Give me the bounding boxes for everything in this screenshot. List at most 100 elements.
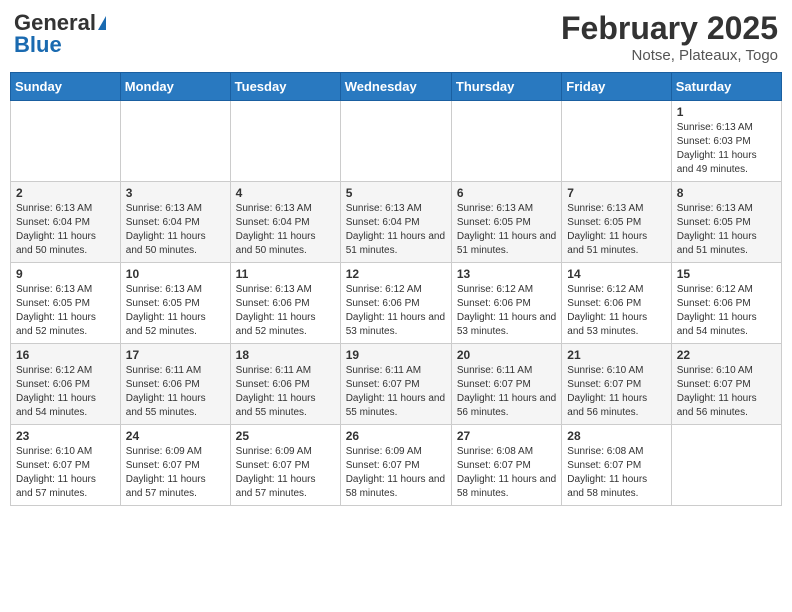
col-saturday: Saturday: [671, 73, 781, 101]
day-number: 4: [236, 186, 335, 200]
day-number: 27: [457, 429, 556, 443]
day-number: 22: [677, 348, 776, 362]
day-info: Sunrise: 6:11 AM Sunset: 6:06 PM Dayligh…: [126, 364, 225, 420]
day-info: Sunrise: 6:12 AM Sunset: 6:06 PM Dayligh…: [457, 283, 556, 339]
table-row: 25 Sunrise: 6:09 AM Sunset: 6:07 PM Dayli…: [230, 425, 340, 506]
table-row: 12 Sunrise: 6:12 AM Sunset: 6:06 PM Dayli…: [340, 263, 451, 344]
col-friday: Friday: [562, 73, 671, 101]
calendar-table: Sunday Monday Tuesday Wednesday Thursday…: [10, 72, 782, 506]
table-row: 13 Sunrise: 6:12 AM Sunset: 6:06 PM Dayli…: [451, 263, 561, 344]
day-info: Sunrise: 6:13 AM Sunset: 6:04 PM Dayligh…: [16, 202, 115, 258]
calendar-week-row: 16 Sunrise: 6:12 AM Sunset: 6:06 PM Dayli…: [11, 344, 782, 425]
day-info: Sunrise: 6:10 AM Sunset: 6:07 PM Dayligh…: [567, 364, 665, 420]
table-row: 7 Sunrise: 6:13 AM Sunset: 6:05 PM Daylig…: [562, 182, 671, 263]
table-row: 8Sunrise: 6:13 AM Sunset: 6:05 PM Daylig…: [671, 182, 781, 263]
table-row: 14 Sunrise: 6:12 AM Sunset: 6:06 PM Dayli…: [562, 263, 671, 344]
day-number: 12: [346, 267, 446, 281]
day-info: Sunrise: 6:11 AM Sunset: 6:07 PM Dayligh…: [346, 364, 446, 420]
table-row: 28 Sunrise: 6:08 AM Sunset: 6:07 PM Dayli…: [562, 425, 671, 506]
day-info: Sunrise: 6:13 AM Sunset: 6:03 PM Dayligh…: [677, 121, 776, 177]
table-row: 6Sunrise: 6:13 AM Sunset: 6:05 PM Daylig…: [451, 182, 561, 263]
day-info: Sunrise: 6:08 AM Sunset: 6:07 PM Dayligh…: [567, 445, 665, 501]
logo-blue: Blue: [14, 32, 62, 58]
day-info: Sunrise: 6:12 AM Sunset: 6:06 PM Dayligh…: [346, 283, 446, 339]
day-number: 14: [567, 267, 665, 281]
day-info: Sunrise: 6:12 AM Sunset: 6:06 PM Dayligh…: [677, 283, 776, 339]
table-row: [120, 101, 230, 182]
col-tuesday: Tuesday: [230, 73, 340, 101]
table-row: 3 Sunrise: 6:13 AM Sunset: 6:04 PM Daylig…: [120, 182, 230, 263]
day-number: 6: [457, 186, 556, 200]
table-row: 21 Sunrise: 6:10 AM Sunset: 6:07 PM Dayli…: [562, 344, 671, 425]
col-wednesday: Wednesday: [340, 73, 451, 101]
day-number: 20: [457, 348, 556, 362]
day-info: Sunrise: 6:12 AM Sunset: 6:06 PM Dayligh…: [567, 283, 665, 339]
table-row: 24 Sunrise: 6:09 AM Sunset: 6:07 PM Dayli…: [120, 425, 230, 506]
table-row: 27 Sunrise: 6:08 AM Sunset: 6:07 PM Dayli…: [451, 425, 561, 506]
calendar-week-row: 2Sunrise: 6:13 AM Sunset: 6:04 PM Daylig…: [11, 182, 782, 263]
day-info: Sunrise: 6:09 AM Sunset: 6:07 PM Dayligh…: [126, 445, 225, 501]
day-info: Sunrise: 6:10 AM Sunset: 6:07 PM Dayligh…: [16, 445, 115, 501]
day-info: Sunrise: 6:08 AM Sunset: 6:07 PM Dayligh…: [457, 445, 556, 501]
day-info: Sunrise: 6:13 AM Sunset: 6:04 PM Dayligh…: [236, 202, 335, 258]
day-info: Sunrise: 6:09 AM Sunset: 6:07 PM Dayligh…: [346, 445, 446, 501]
page-header: General Blue February 2025 Notse, Platea…: [10, 10, 782, 64]
day-info: Sunrise: 6:13 AM Sunset: 6:05 PM Dayligh…: [567, 202, 665, 258]
table-row: [11, 101, 121, 182]
table-row: 2Sunrise: 6:13 AM Sunset: 6:04 PM Daylig…: [11, 182, 121, 263]
day-info: Sunrise: 6:13 AM Sunset: 6:04 PM Dayligh…: [346, 202, 446, 258]
calendar-week-row: 9 Sunrise: 6:13 AM Sunset: 6:05 PM Daylig…: [11, 263, 782, 344]
day-number: 25: [236, 429, 335, 443]
day-number: 11: [236, 267, 335, 281]
day-info: Sunrise: 6:11 AM Sunset: 6:06 PM Dayligh…: [236, 364, 335, 420]
day-info: Sunrise: 6:09 AM Sunset: 6:07 PM Dayligh…: [236, 445, 335, 501]
day-number: 17: [126, 348, 225, 362]
col-monday: Monday: [120, 73, 230, 101]
table-row: 5Sunrise: 6:13 AM Sunset: 6:04 PM Daylig…: [340, 182, 451, 263]
day-info: Sunrise: 6:12 AM Sunset: 6:06 PM Dayligh…: [16, 364, 115, 420]
day-info: Sunrise: 6:13 AM Sunset: 6:05 PM Dayligh…: [126, 283, 225, 339]
day-info: Sunrise: 6:10 AM Sunset: 6:07 PM Dayligh…: [677, 364, 776, 420]
table-row: [451, 101, 561, 182]
day-info: Sunrise: 6:13 AM Sunset: 6:05 PM Dayligh…: [677, 202, 776, 258]
day-number: 7: [567, 186, 665, 200]
day-info: Sunrise: 6:13 AM Sunset: 6:05 PM Dayligh…: [16, 283, 115, 339]
calendar-week-row: 23 Sunrise: 6:10 AM Sunset: 6:07 PM Dayli…: [11, 425, 782, 506]
table-row: 18Sunrise: 6:11 AM Sunset: 6:06 PM Dayli…: [230, 344, 340, 425]
month-year-title: February 2025: [561, 10, 778, 47]
table-row: 20Sunrise: 6:11 AM Sunset: 6:07 PM Dayli…: [451, 344, 561, 425]
day-number: 15: [677, 267, 776, 281]
location-subtitle: Notse, Plateaux, Togo: [561, 47, 778, 64]
day-number: 24: [126, 429, 225, 443]
table-row: 16 Sunrise: 6:12 AM Sunset: 6:06 PM Dayli…: [11, 344, 121, 425]
col-thursday: Thursday: [451, 73, 561, 101]
logo: General Blue: [14, 10, 106, 58]
table-row: [562, 101, 671, 182]
day-info: Sunrise: 6:13 AM Sunset: 6:04 PM Dayligh…: [126, 202, 225, 258]
day-number: 3: [126, 186, 225, 200]
day-number: 1: [677, 105, 776, 119]
col-sunday: Sunday: [11, 73, 121, 101]
logo-triangle-icon: [98, 16, 106, 30]
table-row: 19 Sunrise: 6:11 AM Sunset: 6:07 PM Dayli…: [340, 344, 451, 425]
day-number: 23: [16, 429, 115, 443]
table-row: 15 Sunrise: 6:12 AM Sunset: 6:06 PM Dayli…: [671, 263, 781, 344]
table-row: 22 Sunrise: 6:10 AM Sunset: 6:07 PM Dayli…: [671, 344, 781, 425]
day-number: 21: [567, 348, 665, 362]
table-row: [340, 101, 451, 182]
table-row: 11 Sunrise: 6:13 AM Sunset: 6:06 PM Dayli…: [230, 263, 340, 344]
day-number: 13: [457, 267, 556, 281]
day-number: 19: [346, 348, 446, 362]
calendar-week-row: 1 Sunrise: 6:13 AM Sunset: 6:03 PM Daylig…: [11, 101, 782, 182]
table-row: [671, 425, 781, 506]
title-block: February 2025 Notse, Plateaux, Togo: [561, 10, 778, 64]
day-number: 16: [16, 348, 115, 362]
table-row: 1 Sunrise: 6:13 AM Sunset: 6:03 PM Daylig…: [671, 101, 781, 182]
table-row: 26Sunrise: 6:09 AM Sunset: 6:07 PM Dayli…: [340, 425, 451, 506]
day-number: 9: [16, 267, 115, 281]
day-info: Sunrise: 6:13 AM Sunset: 6:06 PM Dayligh…: [236, 283, 335, 339]
table-row: 17 Sunrise: 6:11 AM Sunset: 6:06 PM Dayli…: [120, 344, 230, 425]
day-number: 10: [126, 267, 225, 281]
table-row: 23 Sunrise: 6:10 AM Sunset: 6:07 PM Dayli…: [11, 425, 121, 506]
day-number: 28: [567, 429, 665, 443]
